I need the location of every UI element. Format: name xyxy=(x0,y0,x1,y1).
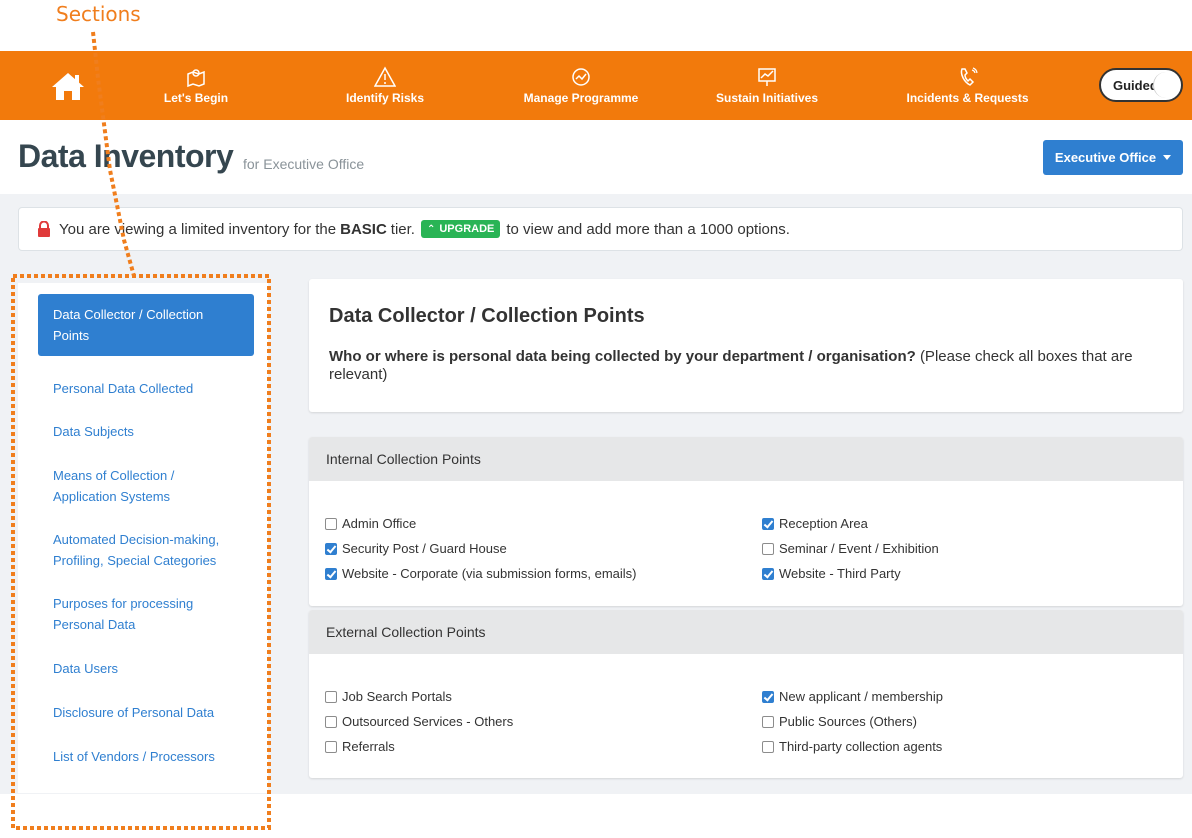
upgrade-button[interactable]: ⌃ UPGRADE xyxy=(420,220,501,238)
double-chevron-up-icon: ⌃ xyxy=(426,223,436,235)
checkbox[interactable] xyxy=(762,690,774,703)
checkbox-label: Website - Third Party xyxy=(779,566,901,581)
sections-sidebar: Data Collector / Collection Points Perso… xyxy=(18,283,268,793)
checkbox[interactable] xyxy=(325,740,337,753)
checkbox[interactable] xyxy=(325,517,337,530)
alert-text-2: tier. xyxy=(390,220,415,238)
page-subtitle: for Executive Office xyxy=(243,156,365,172)
page-title: Data Inventory xyxy=(18,138,234,174)
alert-text-1: You are viewing a limited inventory for … xyxy=(59,220,337,238)
checkbox-label: Outsourced Services - Others xyxy=(342,714,514,729)
upgrade-label: UPGRADE xyxy=(439,223,495,235)
warning-icon xyxy=(374,66,396,87)
section-intro-card: Data Collector / Collection Points Who o… xyxy=(309,279,1183,412)
checkbox-label: Website - Corporate (via submission form… xyxy=(342,566,637,581)
checkbox-label: Security Post / Guard House xyxy=(342,541,507,556)
sections-annotation-label: Sections xyxy=(56,2,141,26)
nav-label: Let's Begin xyxy=(163,91,229,105)
checkbox[interactable] xyxy=(325,542,337,555)
checkbox-row[interactable]: Public Sources (Others) xyxy=(762,714,917,729)
page-header: Data Inventory for Executive Office Exec… xyxy=(0,120,1192,194)
checkbox-row[interactable]: Security Post / Guard House xyxy=(325,541,507,556)
section-question: Who or where is personal data being coll… xyxy=(329,348,1169,384)
home-button[interactable] xyxy=(48,69,88,103)
lock-icon xyxy=(38,221,50,237)
checkbox[interactable] xyxy=(325,567,337,580)
sidebar-item-data-subjects[interactable]: Data Subjects xyxy=(38,411,254,452)
nav-sustain-initiatives[interactable]: Sustain Initiatives xyxy=(702,51,832,120)
checkbox[interactable] xyxy=(762,542,774,555)
sidebar-item-vendors[interactable]: List of Vendors / Processors xyxy=(38,736,254,777)
section-heading: Data Collector / Collection Points xyxy=(329,305,645,327)
panel-heading: Internal Collection Points xyxy=(309,437,1183,481)
checkbox-row[interactable]: Website - Third Party xyxy=(762,566,901,581)
checkbox-label: Job Search Portals xyxy=(342,689,452,704)
checkbox[interactable] xyxy=(762,567,774,580)
caret-down-icon xyxy=(1163,155,1172,160)
question-bold: Who or where is personal data being coll… xyxy=(329,348,916,365)
checkbox-label: Reception Area xyxy=(779,516,868,531)
checkbox-label: Public Sources (Others) xyxy=(779,714,917,729)
checkbox[interactable] xyxy=(325,715,337,728)
checkbox-row[interactable]: Reception Area xyxy=(762,516,868,531)
checkbox[interactable] xyxy=(762,740,774,753)
checkbox-label: Seminar / Event / Exhibition xyxy=(779,541,939,556)
sidebar-item-disclosure[interactable]: Disclosure of Personal Data xyxy=(38,692,254,733)
checkbox-row[interactable]: Website - Corporate (via submission form… xyxy=(325,566,637,581)
sidebar-item-purposes[interactable]: Purposes for processing Personal Data xyxy=(38,583,254,645)
alert-text-3: to view and add more than a 1000 options… xyxy=(506,220,790,238)
nav-label: Sustain Initiatives xyxy=(715,91,819,105)
checkbox[interactable] xyxy=(762,517,774,530)
department-dropdown-button[interactable]: Executive Office xyxy=(1043,140,1183,175)
sidebar-item-personal-data-collected[interactable]: Personal Data Collected xyxy=(38,368,254,409)
map-icon xyxy=(187,69,205,88)
checkbox[interactable] xyxy=(325,690,337,703)
checkbox-row[interactable]: Seminar / Event / Exhibition xyxy=(762,541,939,556)
panel-heading: External Collection Points xyxy=(309,610,1183,654)
checkbox-label: Third-party collection agents xyxy=(779,739,943,754)
home-icon xyxy=(52,73,84,100)
department-label: Executive Office xyxy=(1054,150,1157,165)
toggle-knob xyxy=(1153,72,1179,98)
top-navbar: Let's Begin Identify Risks Manage Progra… xyxy=(0,51,1192,120)
chart-icon xyxy=(758,68,776,86)
checkbox-label: Admin Office xyxy=(342,516,417,531)
sidebar-item-automated-decision[interactable]: Automated Decision-making, Profiling, Sp… xyxy=(38,519,254,581)
nav-lets-begin[interactable]: Let's Begin xyxy=(146,51,246,120)
checkbox-row[interactable]: Admin Office xyxy=(325,516,416,531)
guided-toggle[interactable]: Guided xyxy=(1099,68,1183,102)
alert-tier: BASIC xyxy=(340,220,387,238)
nav-identify-risks[interactable]: Identify Risks xyxy=(335,51,435,120)
tier-alert: You are viewing a limited inventory for … xyxy=(18,207,1183,251)
internal-collection-panel: Internal Collection Points Admin Office … xyxy=(309,437,1183,606)
checkbox-row[interactable]: Referrals xyxy=(325,739,395,754)
sidebar-item-data-collector[interactable]: Data Collector / Collection Points xyxy=(38,294,254,356)
nav-label: Identify Risks xyxy=(345,91,425,105)
checkbox-label: New applicant / membership xyxy=(779,689,944,704)
sidebar-item-means-of-collection[interactable]: Means of Collection / Application System… xyxy=(38,455,254,517)
checkbox-row[interactable]: Third-party collection agents xyxy=(762,739,942,754)
guided-label: Guided xyxy=(1113,77,1158,93)
nav-incidents-requests[interactable]: Incidents & Requests xyxy=(895,51,1040,120)
sidebar-item-controllers[interactable]: List of Controllers (applies xyxy=(38,779,254,793)
checkbox-label: Referrals xyxy=(342,739,395,754)
nav-label: Manage Programme xyxy=(523,91,639,105)
gauge-icon xyxy=(572,68,590,86)
nav-manage-programme[interactable]: Manage Programme xyxy=(516,51,646,120)
checkbox-row[interactable]: New applicant / membership xyxy=(762,689,943,704)
checkbox-row[interactable]: Job Search Portals xyxy=(325,689,452,704)
sidebar-item-data-users[interactable]: Data Users xyxy=(38,648,254,689)
checkbox-row[interactable]: Outsourced Services - Others xyxy=(325,714,513,729)
checkbox[interactable] xyxy=(762,715,774,728)
phone-icon xyxy=(960,67,978,86)
nav-label: Incidents & Requests xyxy=(906,91,1029,105)
external-collection-panel: External Collection Points Job Search Po… xyxy=(309,610,1183,778)
